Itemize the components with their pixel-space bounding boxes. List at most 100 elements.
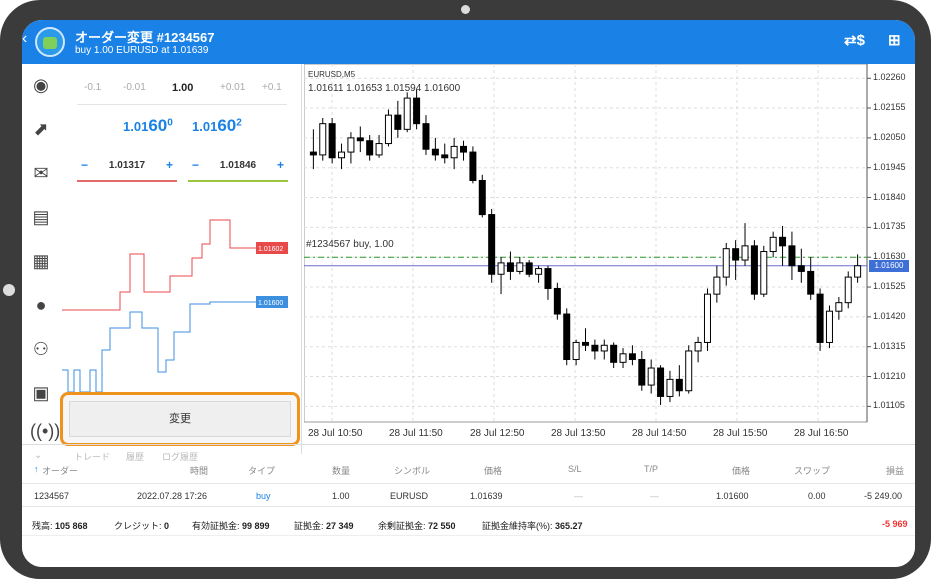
candle-body	[516, 262, 524, 272]
column-header[interactable]: 価格	[484, 464, 502, 477]
candle-body	[854, 265, 862, 278]
ask-line	[62, 219, 256, 311]
calendar-icon[interactable]: ▦	[30, 250, 52, 272]
camera	[461, 5, 470, 14]
candle-body	[732, 248, 740, 261]
volume-option[interactable]: -0.01	[123, 82, 146, 93]
stop-loss-underline	[77, 180, 177, 182]
news-icon[interactable]: ▤	[30, 206, 52, 228]
chevron-left-icon[interactable]: ‹	[22, 30, 27, 48]
y-tick-label: 1.01105	[873, 400, 905, 411]
take-profit-underline	[188, 180, 288, 182]
modify-button-highlight: 変更	[60, 392, 300, 446]
volume-option[interactable]: +0.01	[220, 82, 245, 93]
column-header[interactable]: シンボル	[394, 464, 430, 477]
column-header[interactable]: 数量	[332, 464, 350, 477]
candle-body	[685, 350, 693, 392]
order-tp: —	[650, 491, 659, 501]
candle-body	[460, 145, 468, 153]
candle-body	[309, 151, 317, 156]
account-icon[interactable]: ◉	[30, 74, 52, 96]
y-tick-label: 1.02260	[873, 72, 906, 83]
candle-body	[525, 262, 533, 275]
candle-body	[347, 137, 355, 153]
column-header[interactable]: 損益	[886, 464, 904, 477]
price-chart[interactable]: EURUSD,M5 1.01611 1.01653 1.01594 1.0160…	[303, 63, 915, 444]
candle-body	[422, 123, 430, 150]
table-row[interactable]: 1234567 2022.07.28 17:26 buy 1.00 EURUSD…	[22, 483, 915, 507]
y-tick-label: 1.01735	[873, 221, 906, 232]
margin-level: 証拠金維持率(%): 365.27	[482, 521, 583, 531]
order-symbol: EURUSD	[390, 491, 429, 501]
x-tick-label: 28 Jul 11:50	[389, 428, 443, 439]
candle-body	[788, 245, 796, 267]
candle-body	[553, 287, 561, 315]
column-header[interactable]: S/L	[568, 464, 582, 474]
chevron-down-icon[interactable]: ⌄	[34, 450, 42, 461]
candle-body	[657, 367, 665, 397]
candle-body	[450, 145, 458, 159]
volume-value[interactable]: 1.00	[172, 82, 193, 94]
column-header[interactable]: 価格	[732, 464, 750, 477]
candle-body	[488, 214, 496, 275]
x-tick-label: 28 Jul 12:50	[470, 428, 525, 439]
tab-trade[interactable]: トレード	[74, 450, 110, 463]
candle-body	[703, 293, 711, 343]
chart-ohlc: 1.01611 1.01653 1.01594 1.01600	[308, 83, 461, 94]
take-profit-plus-button[interactable]: +	[277, 158, 284, 172]
take-profit-input[interactable]: 1.01846	[188, 160, 288, 171]
dollar-exchange-icon[interactable]: ⇄$	[844, 31, 865, 49]
candle-body	[797, 265, 805, 272]
order-line-label: #1234567 buy, 1.00	[306, 239, 394, 250]
chat-icon[interactable]: ●	[30, 294, 52, 316]
ask-price: 1.01602	[192, 116, 242, 135]
column-header[interactable]: 時間	[190, 464, 208, 477]
trade-icon[interactable]: ⬈	[30, 118, 52, 140]
add-document-icon[interactable]: ⊞	[888, 31, 901, 49]
candle-body	[816, 293, 824, 343]
candle-body	[328, 123, 336, 159]
candle-body	[319, 123, 327, 156]
y-tick-label: 1.01525	[873, 281, 906, 292]
stop-loss-input[interactable]: 1.01317	[77, 160, 177, 171]
order-volume: 1.00	[332, 491, 350, 501]
candle-body	[506, 262, 514, 272]
candle-body	[600, 344, 608, 352]
candle-body	[610, 344, 618, 363]
candle-body	[713, 276, 721, 295]
volume-option[interactable]: +0.1	[262, 82, 282, 93]
volume-option[interactable]: -0.1	[84, 82, 101, 93]
signal-icon[interactable]: ((•))	[30, 420, 60, 442]
x-tick-label: 28 Jul 14:50	[632, 428, 687, 439]
candle-body	[356, 137, 364, 142]
column-header[interactable]: スワップ	[794, 464, 830, 477]
candle-body	[750, 245, 758, 295]
order-sl: —	[574, 491, 583, 501]
community-icon[interactable]: ⚇	[30, 338, 52, 360]
candle-body	[779, 236, 787, 247]
market-icon[interactable]: ▣	[30, 382, 52, 404]
credit: クレジット: 0	[114, 521, 170, 531]
candle-body	[403, 97, 411, 130]
candle-body	[384, 114, 392, 145]
stop-loss-plus-button[interactable]: +	[166, 158, 173, 172]
bid-price: 1.01600	[123, 116, 173, 135]
y-tick-label: 1.02050	[873, 131, 906, 142]
y-tick-label: 1.01210	[873, 370, 906, 381]
x-tick-label: 28 Jul 10:50	[308, 428, 363, 439]
order-type: buy	[256, 491, 271, 501]
column-header[interactable]: タイプ	[248, 464, 275, 477]
column-header[interactable]: T/P	[644, 464, 658, 474]
column-header[interactable]: オーダー	[42, 464, 78, 477]
free-margin: 余剰証拠金: 72 550	[378, 521, 456, 531]
side-button	[3, 284, 15, 296]
modify-button[interactable]: 変更	[69, 401, 291, 437]
tab-log[interactable]: ログ履歴	[162, 450, 198, 463]
candle-body	[722, 248, 730, 278]
mail-icon[interactable]: ✉	[30, 162, 52, 184]
sort-icon[interactable]: ↑	[34, 464, 39, 474]
tab-history[interactable]: 履歴	[126, 450, 144, 463]
y-tick-label: 1.02155	[873, 102, 906, 113]
candle-body	[591, 344, 599, 352]
equity: 有効証拠金: 99 899	[192, 521, 270, 531]
